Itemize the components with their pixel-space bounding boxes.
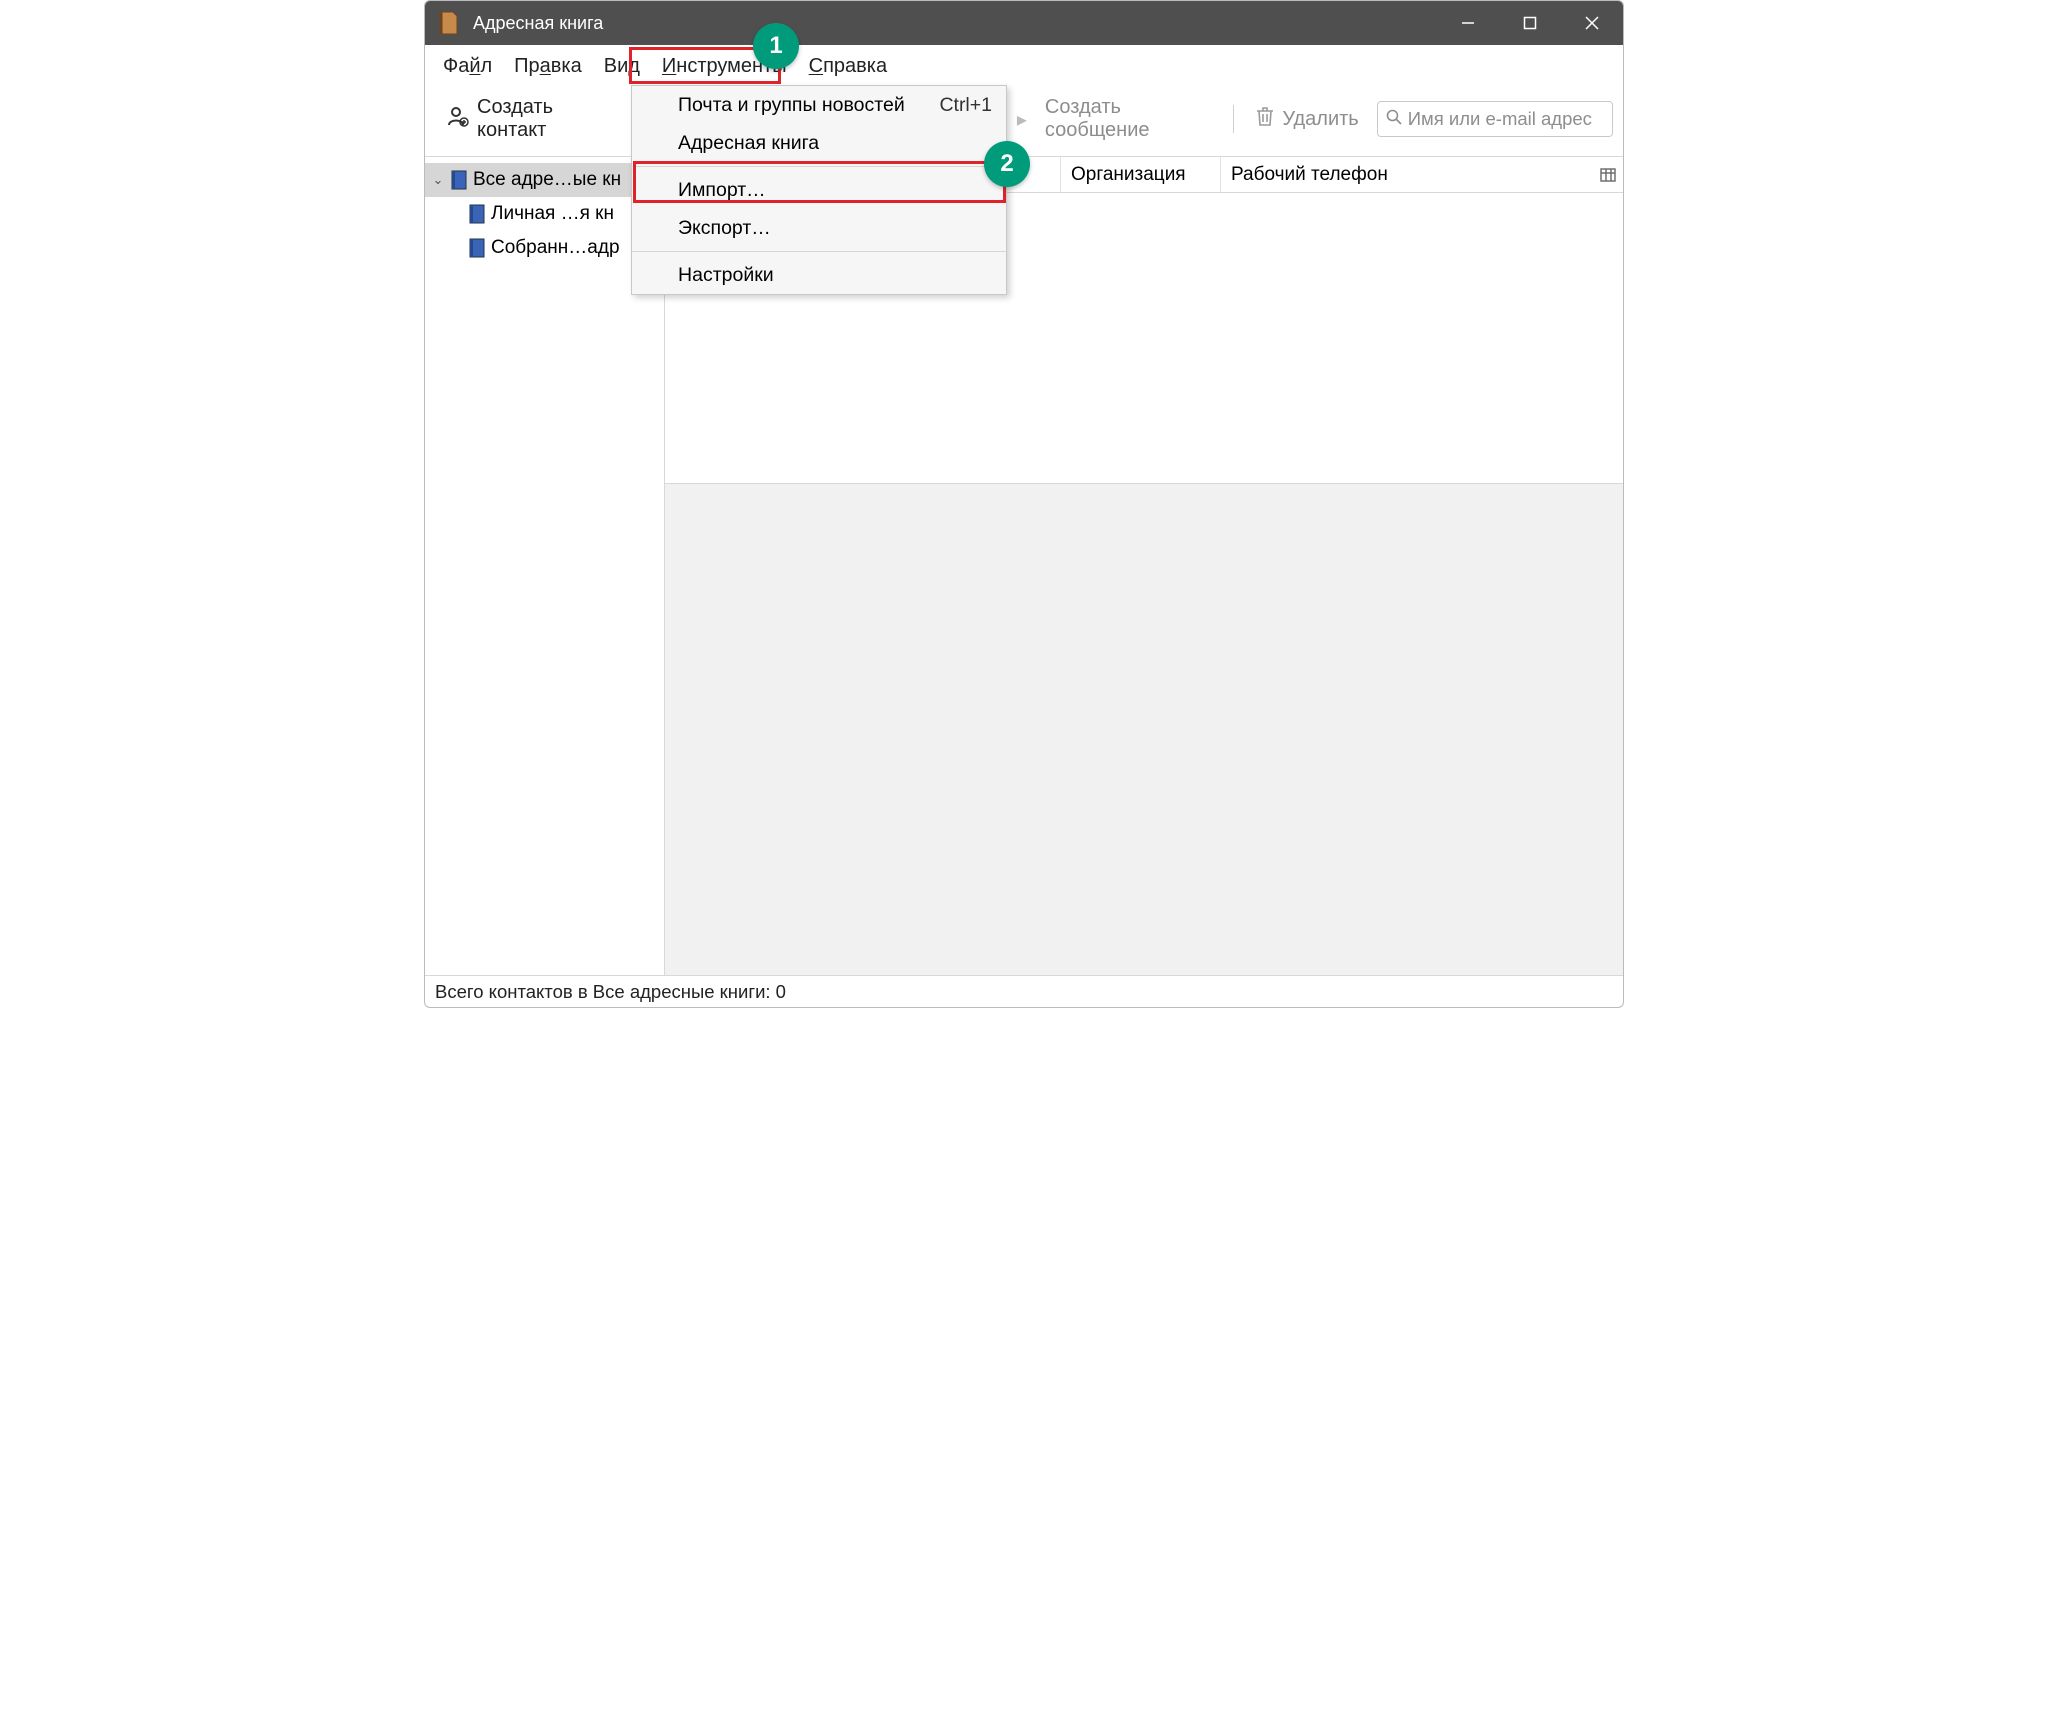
book-icon bbox=[469, 238, 485, 258]
separator bbox=[1233, 105, 1234, 133]
delete-button: Удалить bbox=[1248, 102, 1366, 136]
book-icon bbox=[451, 170, 467, 190]
status-text: Всего контактов в Все адресные книги: 0 bbox=[435, 981, 786, 1003]
address-book-window: Адресная книга Файл Правка Вид Инструмен… bbox=[424, 0, 1624, 1008]
chevron-right-icon: ▸ bbox=[1017, 107, 1027, 132]
tree-item-personal-book[interactable]: Личная …я кн bbox=[425, 197, 664, 231]
window-title: Адресная книга bbox=[473, 13, 603, 34]
shortcut-label: Ctrl+1 bbox=[939, 94, 992, 117]
menu-help[interactable]: Справка bbox=[799, 51, 897, 82]
address-book-icon bbox=[439, 11, 459, 35]
tree-root-label: Все адре…ые кн bbox=[473, 169, 621, 191]
book-icon bbox=[469, 204, 485, 224]
menu-item-export[interactable]: Экспорт… bbox=[632, 209, 1006, 247]
search-input[interactable]: Имя или e-mail адрес bbox=[1377, 101, 1613, 137]
tree-item-collected-addresses[interactable]: Собранн…адр bbox=[425, 231, 664, 265]
tree-item-label: Личная …я кн bbox=[491, 203, 614, 225]
column-organization[interactable]: Организация bbox=[1061, 157, 1221, 192]
menu-view[interactable]: Вид bbox=[594, 51, 650, 82]
delete-label: Удалить bbox=[1282, 108, 1358, 131]
menu-item-settings[interactable]: Настройки bbox=[632, 256, 1006, 294]
menubar: Файл Правка Вид Инструменты Справка bbox=[425, 45, 1623, 88]
tree-root-all-address-books[interactable]: ⌄ Все адре…ые кн bbox=[425, 163, 664, 197]
menu-item-import[interactable]: Импорт… bbox=[632, 171, 1006, 209]
menu-item-address-book[interactable]: Адресная книга bbox=[632, 124, 1006, 162]
menu-edit[interactable]: Правка bbox=[504, 51, 592, 82]
menu-separator bbox=[632, 166, 1006, 167]
sidebar: ⌄ Все адре…ые кн Личная …я кн Собранн…ад… bbox=[425, 157, 665, 975]
minimize-button[interactable] bbox=[1437, 1, 1499, 45]
tree-item-label: Собранн…адр bbox=[491, 237, 620, 259]
detail-pane bbox=[665, 483, 1623, 975]
person-add-icon bbox=[447, 105, 469, 133]
statusbar: Всего контактов в Все адресные книги: 0 bbox=[425, 975, 1623, 1007]
create-contact-button[interactable]: Создать контакт bbox=[439, 92, 617, 146]
annotation-step-2: 2 bbox=[984, 141, 1030, 187]
body: ⌄ Все адре…ые кн Личная …я кн Собранн…ад… bbox=[425, 156, 1623, 975]
create-contact-label: Создать контакт bbox=[477, 96, 609, 142]
menu-item-mail-and-newsgroups[interactable]: Почта и группы новостей Ctrl+1 bbox=[632, 86, 1006, 124]
column-picker-icon[interactable] bbox=[1593, 168, 1623, 182]
maximize-button[interactable] bbox=[1499, 1, 1561, 45]
search-placeholder: Имя или e-mail адрес bbox=[1408, 108, 1592, 130]
create-message-button: Создать сообщение bbox=[1037, 92, 1220, 146]
close-button[interactable] bbox=[1561, 1, 1623, 45]
trash-icon bbox=[1256, 106, 1274, 132]
annotation-step-1: 1 bbox=[753, 23, 799, 69]
toolbar: Создать контакт ▸ Создать сообщение Удал… bbox=[425, 88, 1623, 156]
titlebar: Адресная книга bbox=[425, 1, 1623, 45]
column-work-phone[interactable]: Рабочий телефон bbox=[1221, 157, 1593, 192]
tools-dropdown: Почта и группы новостей Ctrl+1 Адресная … bbox=[631, 85, 1007, 295]
chevron-down-icon[interactable]: ⌄ bbox=[431, 172, 445, 188]
create-message-label: Создать сообщение bbox=[1045, 96, 1212, 142]
menu-file[interactable]: Файл bbox=[433, 51, 502, 82]
menu-separator bbox=[632, 251, 1006, 252]
window-controls bbox=[1437, 1, 1623, 45]
search-icon bbox=[1386, 108, 1402, 130]
